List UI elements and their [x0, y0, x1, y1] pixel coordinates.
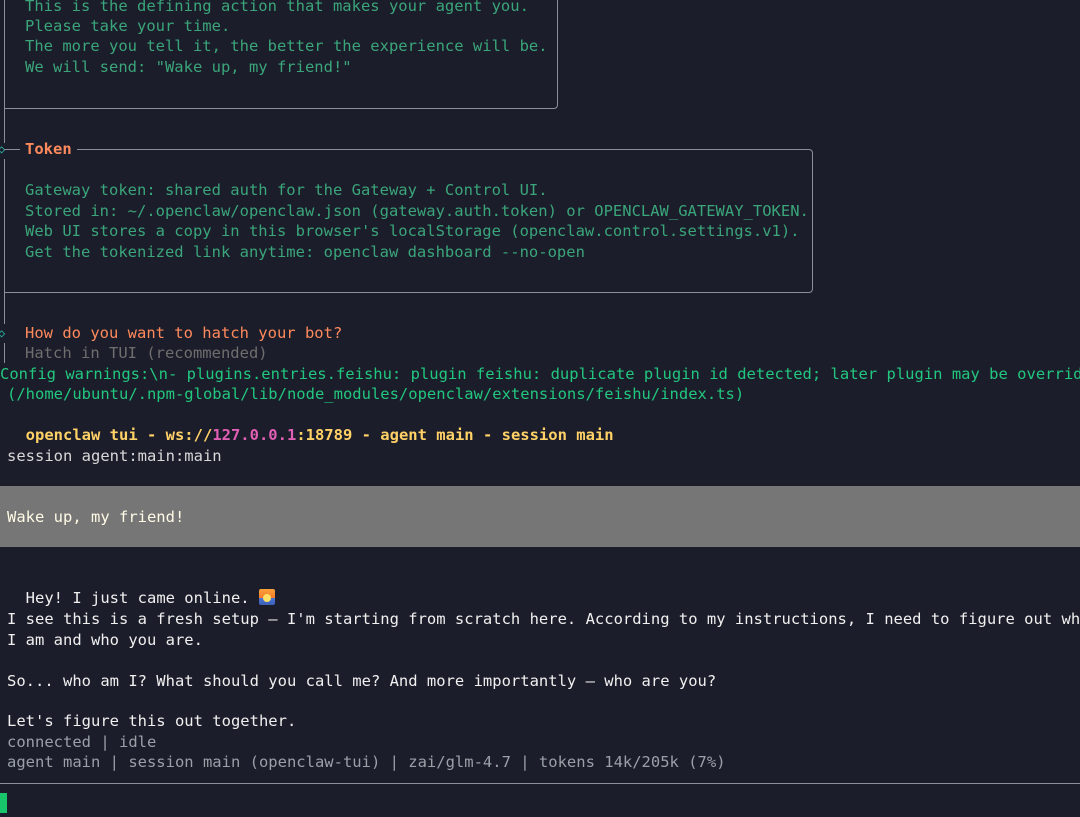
wizard-rail-mid	[4, 159, 5, 324]
hatch-info-line: The more you tell it, the better the exp…	[25, 37, 548, 55]
token-info-line: Gateway token: shared auth for the Gatew…	[25, 181, 548, 199]
assistant-line: Hey! I just came online.	[7, 568, 275, 607]
user-message-text: Wake up, my friend!	[7, 508, 185, 526]
wizard-rail-bottom	[4, 343, 5, 363]
hatch-question: How do you want to hatch your bot?	[25, 324, 343, 342]
hatch-selected-option[interactable]: Hatch in TUI (recommended)	[25, 343, 268, 363]
hatch-info-line: Please take your time.	[25, 17, 231, 35]
token-info-box: Gateway token: shared auth for the Gatew…	[4, 149, 813, 293]
config-warning-line: Config warnings:\n- plugins.entries.feis…	[0, 365, 1080, 383]
assistant-line-text: Hey! I just came online.	[25, 589, 259, 607]
hatch-info-line: We will send: "Wake up, my friend!"	[25, 58, 352, 76]
sunrise-icon	[258, 589, 275, 605]
tui-header-host: 127.0.0.1	[212, 426, 297, 444]
input-cursor[interactable]	[0, 793, 7, 813]
assistant-line: I am and who you are.	[7, 631, 203, 649]
tui-header-prefix: openclaw tui - ws://	[25, 426, 213, 444]
connection-status: connected | idle	[7, 733, 157, 751]
token-info-line: Get the tokenized link anytime: openclaw…	[25, 243, 585, 261]
assistant-line: I see this is a fresh setup — I'm starti…	[7, 610, 1080, 628]
tui-header-suffix: :18789 - agent main - session main	[296, 426, 614, 444]
tui-header: openclaw tui - ws://127.0.0.1:18789 - ag…	[7, 405, 614, 444]
assistant-line: Let's figure this out together.	[7, 712, 297, 730]
session-line: session agent:main:main	[7, 447, 222, 465]
status-footer: agent main | session main (openclaw-tui)…	[7, 753, 726, 771]
hatch-info-line: This is the defining action that makes y…	[25, 0, 529, 15]
assistant-line: So... who am I? What should you call me?…	[7, 672, 717, 690]
user-message-bubble: Wake up, my friend!	[0, 486, 1080, 547]
token-box-title: Token	[20, 139, 77, 159]
step-diamond-icon: ◇	[0, 326, 6, 340]
hatch-info-box: This is the defining action that makes y…	[4, 0, 558, 109]
token-info-line: Web UI stores a copy in this browser's l…	[25, 222, 800, 240]
input-separator	[0, 783, 1080, 784]
token-info-line: Stored in: ~/.openclaw/openclaw.json (ga…	[25, 202, 809, 220]
config-warning-path: (/home/ubuntu/.npm-global/lib/node_modul…	[7, 385, 745, 403]
